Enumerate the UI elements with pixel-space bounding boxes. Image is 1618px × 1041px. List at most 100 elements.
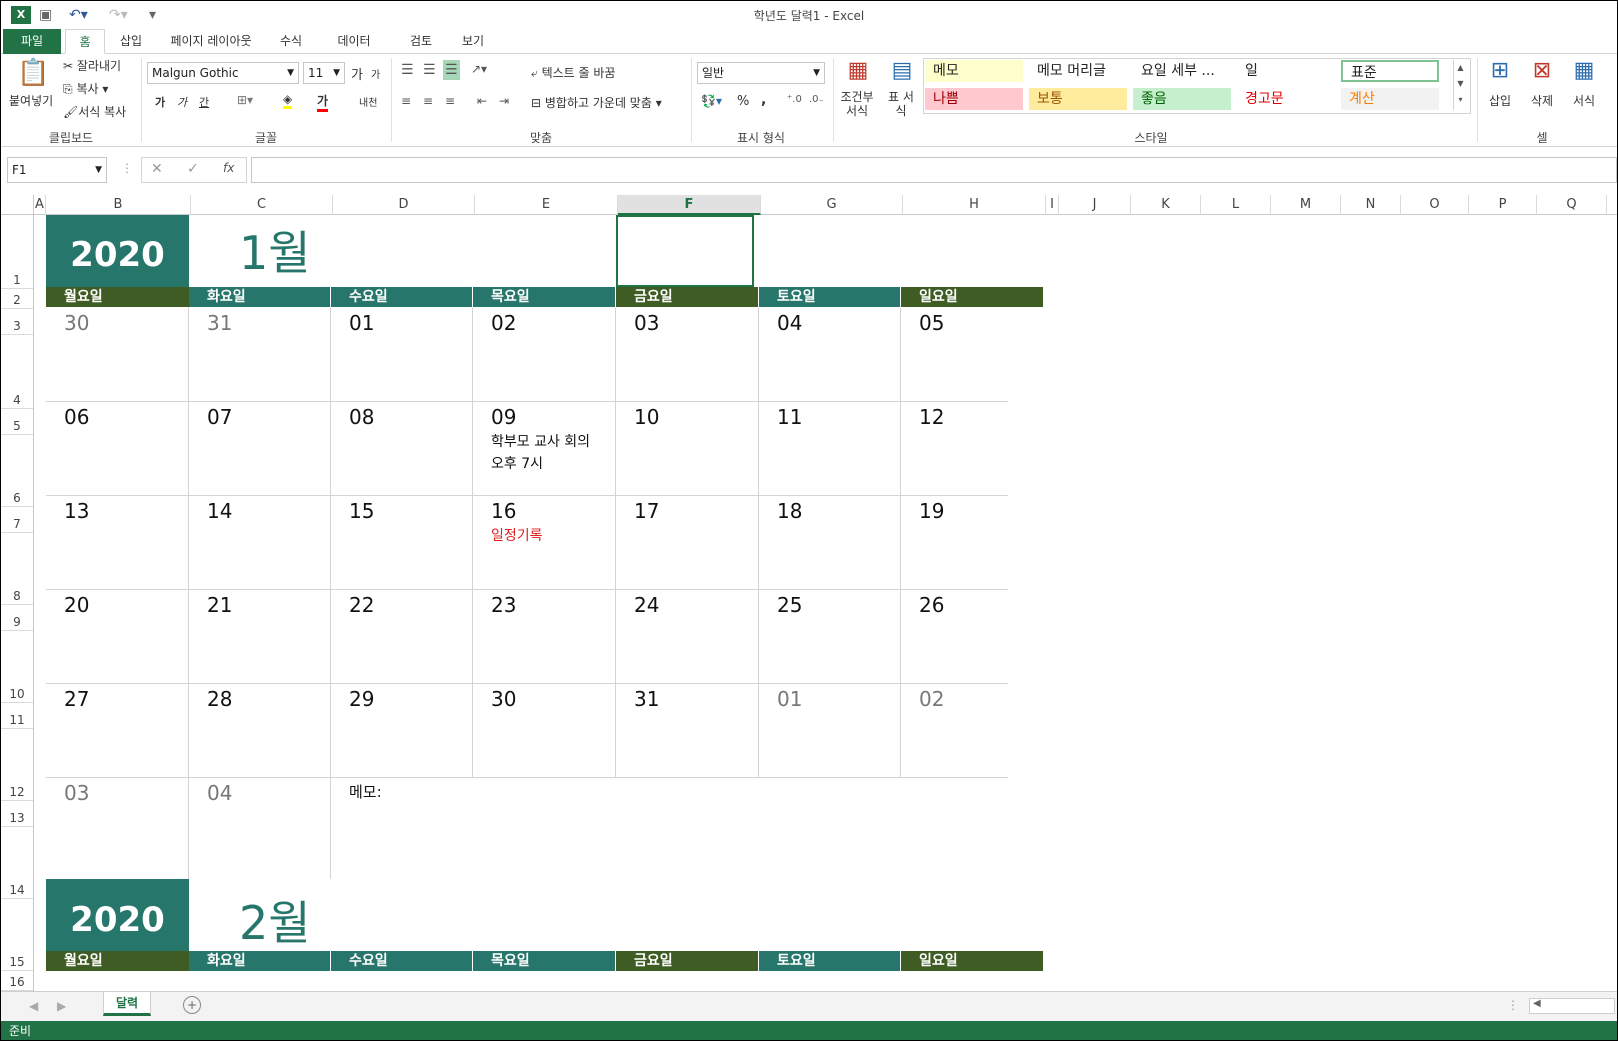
fill-color-icon[interactable]: ◈	[283, 92, 293, 109]
cell-style-5[interactable]: 나쁨	[925, 88, 1023, 110]
grow-font-button[interactable]: 가	[351, 64, 363, 83]
format-table-icon[interactable]: ▤	[885, 58, 919, 83]
row-header-12[interactable]: 12	[1, 729, 33, 801]
gallery-scroll-icon[interactable]: ▲ ▼ ▾	[1453, 60, 1467, 110]
column-header-c[interactable]: C	[191, 195, 333, 215]
selected-cell-f1[interactable]	[616, 215, 754, 287]
number-format-select[interactable]: 일반 ▼	[697, 62, 825, 84]
italic-button[interactable]: 가	[177, 94, 187, 110]
row-header-15[interactable]: 15	[1, 899, 33, 971]
row-header-11[interactable]: 11	[1, 703, 33, 729]
insert-cells-icon[interactable]: ⊞	[1485, 58, 1515, 83]
border-icon[interactable]: ⊞▾	[237, 93, 253, 107]
align-left-icon[interactable]: ≡	[401, 94, 411, 108]
percent-button[interactable]: %	[737, 94, 749, 109]
row-header-14[interactable]: 14	[1, 827, 33, 899]
row-header-9[interactable]: 9	[1, 605, 33, 631]
merge-center-button[interactable]: ⊟ 병합하고 가운데 맞춤 ▾	[531, 94, 662, 111]
row-header-5[interactable]: 5	[1, 409, 33, 435]
format-table-button[interactable]: 표 서식	[885, 90, 917, 118]
conditional-format-icon[interactable]: ▦	[841, 58, 875, 83]
column-header-m[interactable]: M	[1271, 195, 1341, 215]
cancel-icon[interactable]: ✕	[151, 161, 163, 177]
row-header-1[interactable]: 1	[1, 215, 33, 289]
column-header-p[interactable]: P	[1469, 195, 1537, 215]
tab-page-layout[interactable]: 페이지 레이아웃	[161, 29, 261, 54]
align-bottom-icon[interactable]: ☰	[443, 60, 460, 80]
column-header-e[interactable]: E	[475, 195, 618, 215]
cell-style-6[interactable]: 보통	[1029, 88, 1127, 110]
add-sheet-icon[interactable]: +	[183, 996, 201, 1014]
tab-insert[interactable]: 삽입	[111, 29, 151, 54]
comma-button[interactable]: ,	[761, 92, 766, 108]
cell-style-9[interactable]: 계산	[1341, 88, 1439, 110]
row-header-7[interactable]: 7	[1, 507, 33, 533]
cell-style-3[interactable]: 일	[1237, 60, 1335, 82]
bold-button[interactable]: 가	[155, 94, 165, 110]
column-header-l[interactable]: L	[1201, 195, 1271, 215]
row-header-4[interactable]: 4	[1, 335, 33, 409]
tab-view[interactable]: 보기	[453, 29, 493, 54]
scroll-left-icon[interactable]: ◀	[1533, 998, 1541, 1009]
worksheet-grid[interactable]: 2020 1월 월요일 화요일 수요일 목요일 금요일 토요일 일요일 30 31 01 02 03 04 0…	[34, 215, 1617, 991]
currency-icon[interactable]: 💱▾	[701, 94, 722, 108]
tab-file[interactable]: 파일	[3, 29, 61, 54]
row-header-13[interactable]: 13	[1, 801, 33, 827]
row-header-2[interactable]: 2	[1, 289, 33, 309]
column-header-k[interactable]: K	[1131, 195, 1201, 215]
column-header-f[interactable]: F	[618, 195, 761, 215]
tab-formulas[interactable]: 수식	[271, 29, 311, 54]
increase-decimal-icon[interactable]: ⁺.0	[787, 94, 802, 105]
increase-indent-icon[interactable]: ⇥	[499, 94, 509, 108]
column-header-i[interactable]: I	[1046, 195, 1059, 215]
font-color-button[interactable]: 가	[317, 92, 329, 112]
column-header-o[interactable]: O	[1401, 195, 1469, 215]
cell-style-8[interactable]: 경고문	[1237, 88, 1335, 110]
select-all-corner[interactable]	[1, 195, 34, 215]
cell-style-1[interactable]: 메모 머리글	[1029, 60, 1127, 82]
decrease-indent-icon[interactable]: ⇤	[477, 94, 487, 108]
row-header-10[interactable]: 10	[1, 631, 33, 703]
orientation-icon[interactable]: ↗▾	[471, 62, 487, 76]
format-painter-button[interactable]: 🖌서식 복사	[63, 103, 126, 120]
column-header-h[interactable]: H	[903, 195, 1046, 215]
column-header-q[interactable]: Q	[1537, 195, 1607, 215]
enter-icon[interactable]: ✓	[187, 161, 199, 177]
row-header-16[interactable]: 16	[1, 971, 33, 991]
cut-button[interactable]: ✂ 잘라내기	[63, 57, 121, 74]
row-header-6[interactable]: 6	[1, 435, 33, 507]
column-header-b[interactable]: B	[46, 195, 191, 215]
align-top-icon[interactable]: ☰	[401, 62, 414, 78]
align-right-icon[interactable]: ≡	[445, 94, 455, 108]
copy-button[interactable]: ⎘ 복사 ▾	[63, 80, 108, 97]
cell-style-7[interactable]: 좋음	[1133, 88, 1231, 110]
tab-data[interactable]: 데이터	[329, 29, 379, 54]
align-middle-icon[interactable]: ☰	[423, 62, 436, 78]
sheet-tab-calendar[interactable]: 달력	[103, 992, 151, 1016]
delete-cells-icon[interactable]: ⊠	[1527, 58, 1557, 83]
formula-input[interactable]	[251, 157, 1617, 183]
tab-review[interactable]: 검토	[401, 29, 441, 54]
paste-button[interactable]: 붙여넣기	[9, 92, 53, 109]
paste-icon[interactable]: 📋	[17, 58, 49, 88]
column-header-n[interactable]: N	[1341, 195, 1401, 215]
shrink-font-button[interactable]: 가	[371, 66, 380, 81]
format-cells-icon[interactable]: ▦	[1569, 58, 1599, 83]
phonetic-button[interactable]: 내천	[359, 94, 377, 109]
column-header-j[interactable]: J	[1059, 195, 1131, 215]
name-box[interactable]: F1 ▼	[7, 157, 107, 183]
column-header-d[interactable]: D	[333, 195, 475, 215]
row-header-3[interactable]: 3	[1, 309, 33, 335]
delete-cells-button[interactable]: 삭제	[1531, 92, 1553, 109]
scroll-right-icon[interactable]: ▶	[57, 999, 66, 1013]
insert-cells-button[interactable]: 삽입	[1489, 92, 1511, 109]
column-header-g[interactable]: G	[761, 195, 903, 215]
insert-function-icon[interactable]: fx	[223, 161, 234, 175]
font-size-select[interactable]: 11 ▼	[303, 62, 345, 84]
cell-style-0[interactable]: 메모	[925, 60, 1023, 82]
conditional-format-button[interactable]: 조건부 서식	[837, 90, 877, 118]
decrease-decimal-icon[interactable]: .0₋	[809, 94, 824, 105]
column-header-a[interactable]: A	[34, 195, 46, 215]
wrap-text-button[interactable]: ⤶ 텍스트 줄 바꿈	[531, 64, 615, 81]
horizontal-scrollbar[interactable]	[1529, 998, 1615, 1014]
